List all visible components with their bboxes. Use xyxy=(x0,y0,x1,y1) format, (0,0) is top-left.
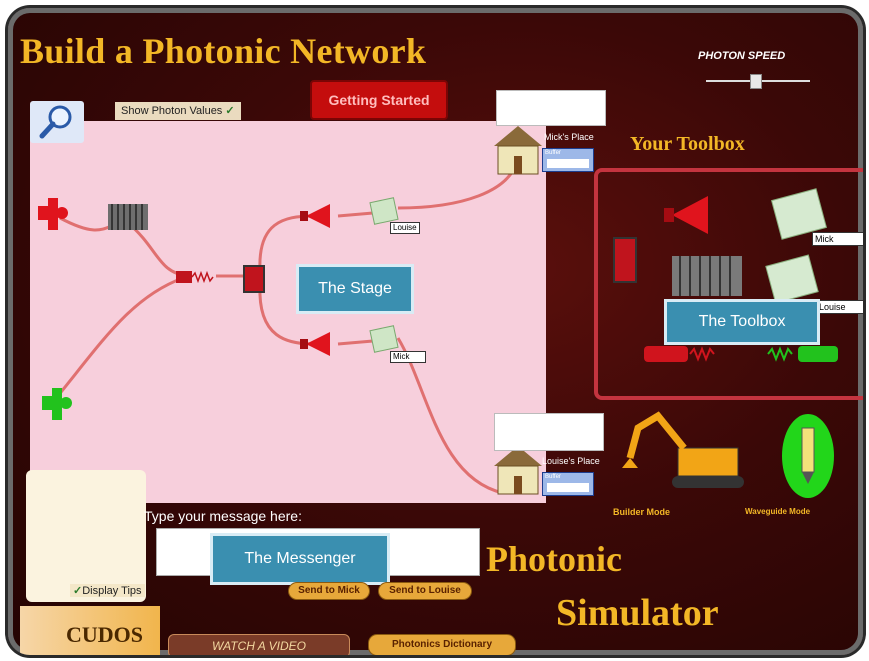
house-icon xyxy=(494,446,542,495)
polarizer-louise[interactable] xyxy=(369,197,399,225)
laser-source-green[interactable] xyxy=(42,388,72,420)
detector-top[interactable] xyxy=(300,204,330,228)
watch-video-button[interactable]: WATCH A VIDEO xyxy=(168,634,350,655)
waveguide xyxy=(337,339,374,346)
app-window: Build a Photonic Network PHOTON SPEED Ge… xyxy=(8,8,863,655)
stage-callout: The Stage xyxy=(296,264,414,314)
waveguide xyxy=(46,276,184,409)
toolbox-panel xyxy=(594,168,863,400)
display-tips-label: Display Tips xyxy=(82,585,142,597)
checkmark-icon: ✓ xyxy=(73,585,83,597)
toolbox-title: Your Toolbox xyxy=(630,133,745,155)
louise-place-label: Louise's Place xyxy=(542,456,600,466)
laser-source-red[interactable] xyxy=(38,198,68,230)
mick-buffer-field xyxy=(547,159,589,168)
louise-buffer-label: Buffer xyxy=(545,474,561,480)
louise-message-box xyxy=(494,413,604,451)
pencil-icon[interactable] xyxy=(782,414,834,498)
simulator-title-line2: Simulator xyxy=(556,592,719,634)
stage-tag-louise: Louise xyxy=(390,222,420,234)
grating-component[interactable] xyxy=(108,204,148,230)
coupler-component[interactable] xyxy=(176,270,214,284)
polarizer-mick[interactable] xyxy=(369,325,399,353)
waveguide xyxy=(258,214,314,271)
builder-mode-label[interactable]: Builder Mode xyxy=(613,507,670,517)
mick-place-label: Mick's Place xyxy=(544,132,594,142)
toolbox-tag-mick: Mick xyxy=(812,232,863,246)
excavator-icon[interactable] xyxy=(622,411,744,488)
house-icon xyxy=(494,126,542,175)
photonics-dictionary-button[interactable]: Photonics Dictionary xyxy=(368,634,516,655)
display-tips-toggle[interactable]: ✓Display Tips xyxy=(70,584,145,597)
send-to-mick-button[interactable]: Send to Mick xyxy=(288,582,370,600)
message-prompt: Type your message here: xyxy=(144,508,302,524)
waveguide xyxy=(127,221,189,278)
simulator-title-line1: Photonic xyxy=(486,539,623,579)
louise-buffer-field xyxy=(547,483,589,492)
mick-buffer: Buffer xyxy=(542,148,594,172)
toolbox-callout: The Toolbox xyxy=(664,299,820,345)
mick-message-box xyxy=(496,90,606,126)
waveguide xyxy=(337,211,374,218)
brand-logo: CUDOS xyxy=(66,622,144,647)
waveguide-mode-label[interactable]: Waveguide Mode xyxy=(745,507,810,516)
toolbox-tag-louise: Louise xyxy=(816,300,863,314)
beam-splitter[interactable] xyxy=(243,265,265,293)
stage-tag-mick: Mick xyxy=(390,351,426,363)
mick-buffer-label: Buffer xyxy=(545,150,561,156)
detector-bottom[interactable] xyxy=(300,332,330,356)
tips-panel xyxy=(26,470,146,602)
send-to-louise-button[interactable]: Send to Louise xyxy=(378,582,472,600)
messenger-callout: The Messenger xyxy=(210,533,390,585)
louise-buffer: Buffer xyxy=(542,472,594,496)
